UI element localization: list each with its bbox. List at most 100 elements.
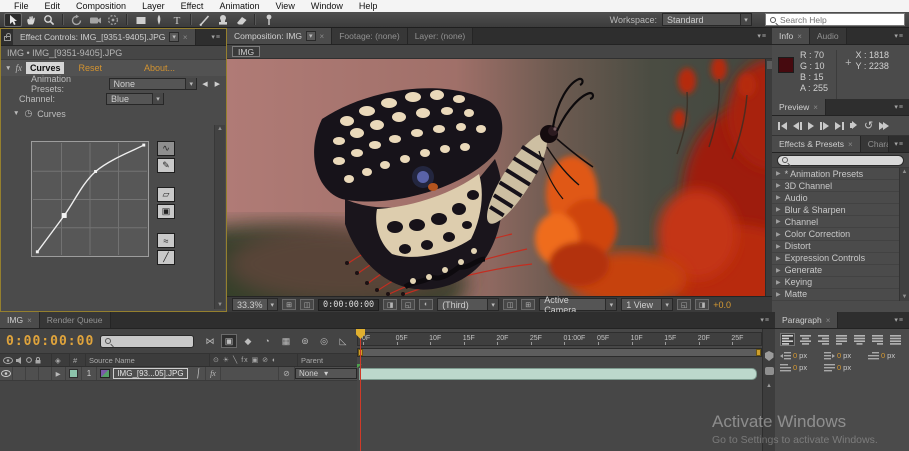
align-center-icon[interactable] bbox=[798, 333, 813, 346]
brainstorm-icon[interactable]: ◎ bbox=[316, 334, 332, 348]
tab-close-icon[interactable]: × bbox=[320, 32, 325, 41]
time-ruler-area[interactable]: 0F 05F 10F 15F 20F 25F 01:00F 05F 10F 15… bbox=[357, 329, 762, 451]
left-indent-field[interactable]: 0px bbox=[780, 351, 824, 360]
comp-flowchart-icon[interactable]: ⋈ bbox=[202, 334, 218, 348]
disclosure-closed-icon[interactable]: ▶ bbox=[776, 267, 781, 274]
category-generate[interactable]: ▶Generate bbox=[772, 265, 909, 277]
menu-edit[interactable]: Edit bbox=[37, 0, 69, 12]
category-audio[interactable]: ▶Audio bbox=[772, 192, 909, 204]
layer-eye-toggle[interactable] bbox=[0, 367, 13, 380]
loop-icon[interactable]: ↺ bbox=[864, 119, 873, 132]
rectangle-tool-icon[interactable] bbox=[132, 13, 150, 27]
audio-toggle-icon[interactable] bbox=[850, 119, 858, 132]
layer-duration-bar[interactable] bbox=[359, 368, 757, 380]
about-link[interactable]: About... bbox=[144, 63, 175, 73]
scroll-up-icon[interactable]: ▲ bbox=[902, 169, 908, 175]
category-channel[interactable]: ▶Channel bbox=[772, 216, 909, 228]
safe-margins-icon[interactable]: ⊞ bbox=[282, 299, 296, 310]
layer-fx-toggle[interactable]: fx bbox=[206, 367, 222, 380]
preset-prev-icon[interactable]: ◀ bbox=[202, 80, 209, 88]
menu-composition[interactable]: Composition bbox=[68, 0, 134, 12]
open-curve-icon[interactable]: ▱ bbox=[157, 187, 175, 202]
curve-tool-icon[interactable]: ∿ bbox=[157, 141, 175, 156]
effect-name[interactable]: Curves bbox=[26, 62, 65, 74]
category-color-correction[interactable]: ▶Color Correction bbox=[772, 228, 909, 240]
scroll-down-icon[interactable]: ▼ bbox=[902, 294, 908, 300]
panel-menu-icon[interactable]: ▾≡ bbox=[889, 99, 909, 115]
scroll-down-icon[interactable]: ▼ bbox=[217, 302, 223, 308]
previous-frame-button[interactable] bbox=[793, 119, 802, 132]
eraser-tool-icon[interactable] bbox=[232, 13, 250, 27]
composition-viewer[interactable] bbox=[227, 59, 772, 296]
disclosure-closed-icon[interactable]: ▶ bbox=[776, 206, 781, 213]
next-frame-button[interactable] bbox=[820, 119, 829, 132]
strip-scroll-up-icon[interactable]: ▲ bbox=[763, 383, 775, 389]
space-after-field[interactable]: 0px bbox=[824, 363, 868, 372]
menu-layer[interactable]: Layer bbox=[134, 0, 173, 12]
ram-preview-button[interactable] bbox=[879, 119, 889, 132]
menu-window[interactable]: Window bbox=[303, 0, 351, 12]
disclosure-closed-icon[interactable]: ▶ bbox=[776, 182, 781, 189]
last-frame-button[interactable] bbox=[835, 119, 844, 132]
tab-dropdown-icon[interactable]: ▾ bbox=[169, 32, 179, 42]
time-ruler[interactable]: 0F 05F 10F 15F 20F 25F 01:00F 05F 10F 15… bbox=[357, 332, 762, 346]
scroll-up-icon[interactable]: ▲ bbox=[217, 126, 223, 132]
motion-blur-icon[interactable]: ⊚ bbox=[297, 334, 313, 348]
disclosure-closed-icon[interactable]: ▶ bbox=[776, 291, 781, 298]
tab-render-queue[interactable]: Render Queue bbox=[40, 312, 111, 328]
timeline-search-box[interactable] bbox=[100, 335, 194, 348]
puppet-pin-tool-icon[interactable] bbox=[260, 13, 278, 27]
workspace-select[interactable]: Standard ▾ bbox=[662, 13, 752, 26]
layer-parent-select[interactable]: None▾ bbox=[295, 367, 357, 380]
justify-last-right-icon[interactable] bbox=[870, 333, 885, 346]
linear-curve-icon[interactable]: ╱ bbox=[157, 250, 175, 265]
camera-select[interactable]: Active Camera ▾ bbox=[539, 298, 617, 311]
channel-select[interactable]: Blue ▾ bbox=[106, 93, 164, 105]
layer-expander[interactable]: ▶ bbox=[52, 367, 66, 380]
smooth-curve-icon[interactable]: ≈ bbox=[157, 233, 175, 248]
tab-audio[interactable]: Audio bbox=[810, 28, 847, 44]
panel-menu-icon[interactable]: ▾≡ bbox=[752, 28, 772, 44]
category-3d-channel[interactable]: ▶3D Channel bbox=[772, 180, 909, 192]
exposure-value[interactable]: +0.0 bbox=[713, 300, 731, 310]
source-name-column-header[interactable]: Source Name bbox=[86, 354, 210, 366]
category-blur-sharpen[interactable]: ▶Blur & Sharpen bbox=[772, 204, 909, 216]
view-layout-select[interactable]: 1 View ▾ bbox=[621, 298, 673, 311]
first-frame-button[interactable] bbox=[778, 119, 787, 132]
menu-view[interactable]: View bbox=[267, 0, 302, 12]
channel-show-icon[interactable]: ◐ bbox=[419, 299, 433, 310]
help-search-box[interactable] bbox=[765, 13, 905, 26]
region-of-interest-icon[interactable]: ◫ bbox=[300, 299, 314, 310]
panel-menu-icon[interactable]: ▾≡ bbox=[206, 29, 226, 45]
shy-layers-icon[interactable]: ◔ bbox=[259, 334, 275, 348]
disclosure-closed-icon[interactable]: ▶ bbox=[776, 170, 781, 177]
justify-all-icon[interactable] bbox=[888, 333, 903, 346]
hand-tool-icon[interactable] bbox=[22, 13, 40, 27]
graph-editor-icon[interactable]: ◺ bbox=[335, 334, 351, 348]
effects-list-scrollbar[interactable]: ▲ ▼ bbox=[899, 168, 909, 301]
effects-search-box[interactable] bbox=[777, 155, 904, 166]
pencil-tool-icon[interactable]: ✎ bbox=[157, 158, 175, 173]
comp-marker-icon[interactable] bbox=[765, 351, 774, 361]
align-left-icon[interactable] bbox=[780, 333, 795, 346]
preset-next-icon[interactable]: ▶ bbox=[215, 80, 222, 88]
panel-menu-icon[interactable]: ▾≡ bbox=[889, 28, 909, 44]
camera-tool-icon[interactable] bbox=[86, 13, 104, 27]
tab-close-icon[interactable]: × bbox=[848, 140, 853, 149]
align-right-icon[interactable] bbox=[816, 333, 831, 346]
tab-info[interactable]: Info × bbox=[772, 28, 810, 44]
fast-previews-icon[interactable]: ◨ bbox=[695, 299, 709, 310]
tab-composition[interactable]: Composition: IMG ▾ × bbox=[227, 28, 332, 44]
pan-behind-tool-icon[interactable] bbox=[104, 13, 122, 27]
rotation-tool-icon[interactable] bbox=[68, 13, 86, 27]
tab-close-icon[interactable]: × bbox=[183, 33, 188, 42]
layer-switch-cells[interactable] bbox=[221, 367, 279, 380]
tab-preview[interactable]: Preview × bbox=[772, 99, 826, 115]
tab-close-icon[interactable]: × bbox=[826, 316, 831, 325]
snapshot-icon[interactable]: ◨ bbox=[383, 299, 397, 310]
reset-link[interactable]: Reset bbox=[78, 63, 102, 73]
layer-source-name[interactable]: IMG_[93...05].JPG bbox=[113, 367, 191, 380]
tab-footage[interactable]: Footage: (none) bbox=[332, 28, 407, 44]
layer-lock-toggle[interactable] bbox=[39, 367, 52, 380]
layer-quality-icon[interactable]: ╱ bbox=[192, 367, 206, 380]
